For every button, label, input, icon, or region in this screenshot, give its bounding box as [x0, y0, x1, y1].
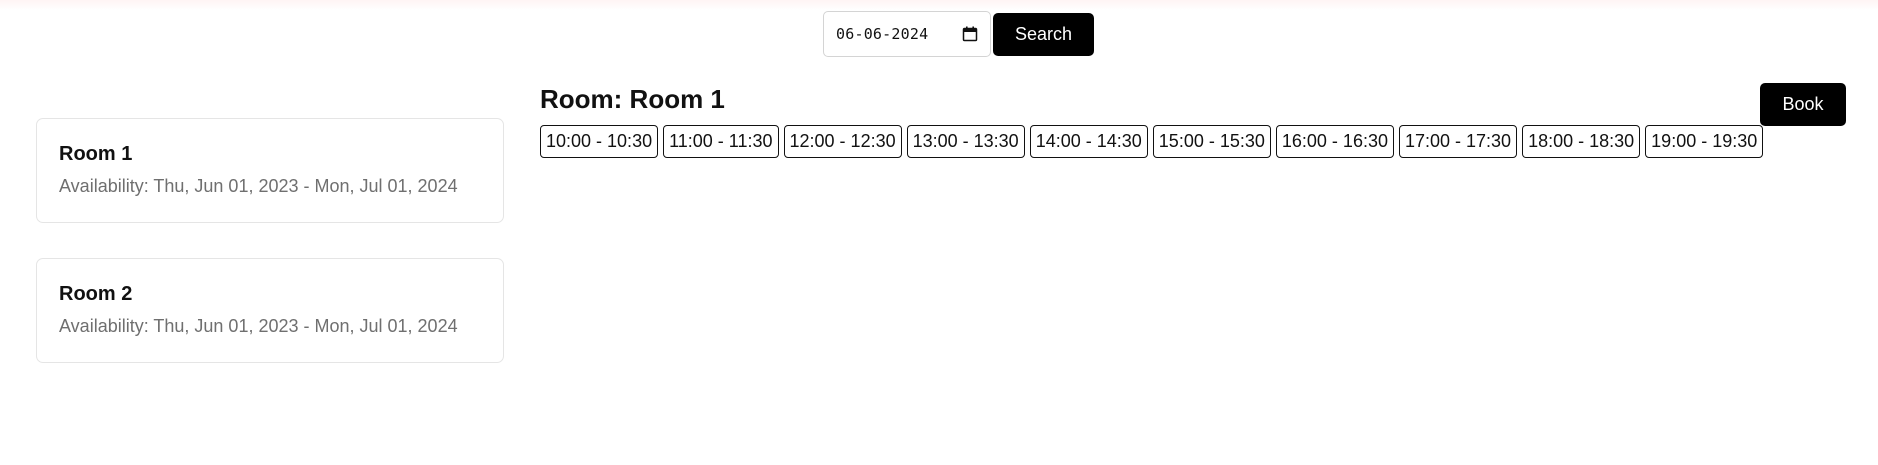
date-value: 06-06-2024 — [836, 25, 929, 43]
time-slot-button[interactable]: 13:00 - 13:30 — [906, 125, 1025, 158]
room-availability: Availability: Thu, Jun 01, 2023 - Mon, J… — [59, 316, 458, 336]
room-card-room-2[interactable]: Room 2 Availability: Thu, Jun 01, 2023 -… — [36, 258, 504, 363]
room-detail: Room: Room 1 10:00 - 10:30 11:00 - 11:30… — [540, 82, 1845, 158]
room-name: Room 2 — [59, 283, 133, 305]
calendar-icon[interactable] — [962, 26, 978, 42]
time-slot-button[interactable]: 11:00 - 11:30 — [663, 125, 779, 158]
time-slot-button[interactable]: 18:00 - 18:30 — [1522, 125, 1641, 158]
date-input[interactable]: 06-06-2024 — [823, 11, 991, 57]
top-strip — [0, 0, 1878, 10]
room-name: Room 1 — [59, 143, 133, 165]
book-button[interactable]: Book — [1760, 83, 1846, 126]
room-detail-title: Room: Room 1 — [540, 84, 725, 114]
room-list: Room 1 Availability: Thu, Jun 01, 2023 -… — [36, 118, 504, 398]
time-slot-button[interactable]: 12:00 - 12:30 — [783, 125, 902, 158]
time-slot-button[interactable]: 17:00 - 17:30 — [1398, 125, 1518, 158]
time-slot-button[interactable]: 19:00 - 19:30 — [1645, 125, 1764, 158]
time-slot-button[interactable]: 15:00 - 15:30 — [1152, 125, 1271, 158]
time-slot-button[interactable]: 10:00 - 10:30 — [540, 125, 659, 158]
time-slot-list: 10:00 - 10:30 11:00 - 11:30 12:00 - 12:3… — [540, 125, 1845, 158]
search-bar: 06-06-2024 Search — [823, 11, 1094, 57]
room-availability: Availability: Thu, Jun 01, 2023 - Mon, J… — [59, 176, 458, 196]
room-card-room-1[interactable]: Room 1 Availability: Thu, Jun 01, 2023 -… — [36, 118, 504, 223]
search-button[interactable]: Search — [993, 12, 1094, 56]
time-slot-button[interactable]: 16:00 - 16:30 — [1275, 125, 1394, 158]
time-slot-button[interactable]: 14:00 - 14:30 — [1029, 125, 1148, 158]
